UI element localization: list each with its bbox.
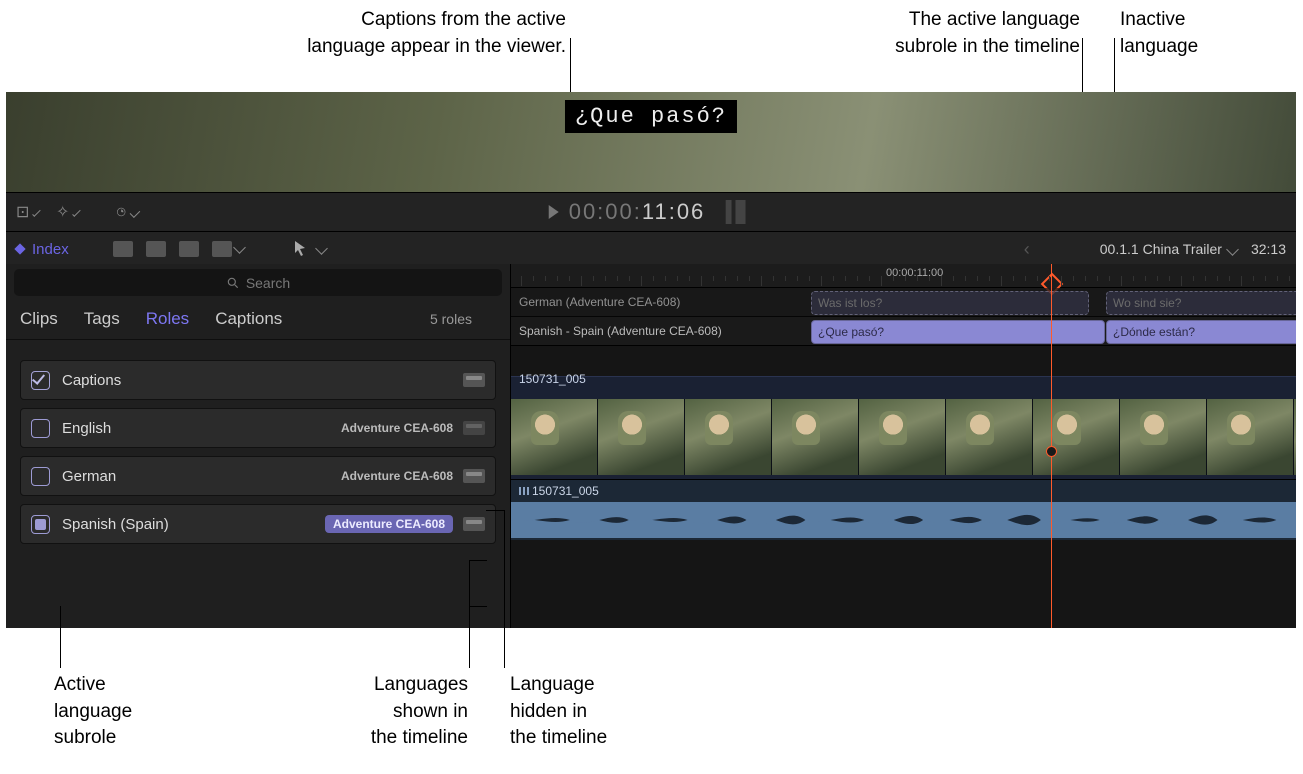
timecode-current: 11:06 (642, 199, 705, 225)
thumbnail (1033, 399, 1120, 475)
trim-tool-icon[interactable]: ⊡ (16, 202, 38, 222)
thumbnail (511, 399, 598, 475)
timeline-ruler[interactable]: 00:00:11:00 (511, 264, 1296, 288)
caption-clip[interactable]: ¿Que pasó? (811, 320, 1105, 344)
chevron-down-icon[interactable] (1226, 243, 1239, 256)
timecode-bars-icon (725, 200, 753, 224)
thumbnail (946, 399, 1033, 475)
callout-line (469, 606, 487, 607)
thumbnail (685, 399, 772, 475)
select-tool-icon[interactable] (293, 240, 326, 259)
lane-toggle-icon[interactable] (463, 373, 485, 387)
track-label: German (Adventure CEA-608) (519, 288, 680, 316)
lane-toggle-icon[interactable] (463, 421, 485, 435)
track-label: Spanish - Spain (Adventure CEA-608) (519, 317, 722, 345)
appearance-icon-2[interactable] (146, 241, 166, 257)
caption-clip[interactable]: Was ist los? (811, 291, 1089, 315)
app-window: ¿Que pasó? ⊡ ✧ 00:00: 11:06 Index ‹ (6, 92, 1296, 628)
audio-track[interactable]: 150731_005 (511, 479, 1296, 540)
role-name: Captions (62, 372, 463, 389)
search-placeholder: Search (246, 275, 290, 291)
project-name[interactable]: 00.1.1 China Trailer (1100, 241, 1222, 257)
waveform-icon (511, 502, 1296, 538)
effects-tool-icon[interactable]: ✧ (56, 202, 78, 222)
roles-list: Captions English Adventure CEA-608 Germa… (6, 340, 510, 552)
search-input[interactable]: Search (14, 269, 502, 296)
thumbnail (772, 399, 859, 475)
thumbnail (1207, 399, 1294, 475)
callout-inactive-language: Inactive language (1120, 7, 1240, 60)
timeline-index-sidebar: Search Clips Tags Roles Captions 5 roles… (6, 264, 511, 628)
role-row-english[interactable]: English Adventure CEA-608 (20, 408, 496, 448)
callout-active-subrole-timeline: The active language subrole in the timel… (760, 7, 1080, 60)
role-subrole-badge: Adventure CEA-608 (341, 421, 453, 435)
search-icon (226, 276, 240, 290)
ruler-tick-label: 00:00:11:00 (886, 267, 943, 279)
project-duration: 32:13 (1251, 241, 1286, 257)
role-row-german[interactable]: German Adventure CEA-608 (20, 456, 496, 496)
callout-viewer-caption: Captions from the active language appear… (196, 7, 566, 60)
retime-tool-icon[interactable] (116, 202, 138, 222)
role-subrole-badge: Adventure CEA-608 (341, 469, 453, 483)
index-label: Index (32, 241, 69, 258)
video-clip-name: 150731_005 (519, 372, 586, 386)
role-subrole-badge: Adventure CEA-608 (325, 515, 453, 533)
callout-active-subrole: Active language subrole (54, 672, 132, 752)
lane-toggle-icon[interactable] (463, 517, 485, 531)
checkbox-captions-icon[interactable] (31, 371, 50, 390)
callout-line (60, 606, 61, 668)
thumbnail (598, 399, 685, 475)
thumbnail (859, 399, 946, 475)
callout-shown-in-timeline: Languages shown in the timeline (328, 672, 468, 752)
role-row-spanish[interactable]: Spanish (Spain) Adventure CEA-608 (20, 504, 496, 544)
audio-clip-name: 150731_005 (519, 484, 599, 498)
tab-captions[interactable]: Captions (215, 309, 282, 329)
viewer: ¿Que pasó? (6, 92, 1296, 192)
roles-count: 5 roles (430, 311, 472, 327)
checkbox-spanish-icon[interactable] (31, 515, 50, 534)
checkbox-english-icon[interactable] (31, 419, 50, 438)
tab-tags[interactable]: Tags (84, 309, 120, 329)
index-tabs: Clips Tags Roles Captions 5 roles (6, 301, 510, 340)
role-name: German (62, 468, 341, 485)
thumbnail (1120, 399, 1207, 475)
thumbnail (1294, 399, 1296, 475)
timecode-prefix: 00:00: (569, 199, 642, 225)
callout-line (469, 560, 470, 668)
tab-roles[interactable]: Roles (146, 309, 189, 329)
appearance-icon-1[interactable] (113, 241, 133, 257)
tab-clips[interactable]: Clips (20, 309, 58, 329)
lane-toggle-icon[interactable] (463, 469, 485, 483)
timeline[interactable]: 00:00:11:00 German (Adventure CEA-608) W… (511, 264, 1296, 628)
toolbar-timeline: Index ‹ 00.1.1 China Trailer 32:13 (6, 232, 1296, 267)
index-button[interactable]: Index (16, 241, 69, 258)
callout-line (469, 560, 487, 561)
timecode-display[interactable]: 00:00: 11:06 (549, 199, 754, 225)
timeline-history-back-icon[interactable]: ‹ (1024, 239, 1030, 260)
play-icon[interactable] (549, 205, 559, 219)
role-name: Spanish (Spain) (62, 516, 325, 533)
callout-line (486, 510, 504, 511)
caption-clip[interactable]: Wo sind sie? (1106, 291, 1296, 315)
checkbox-german-icon[interactable] (31, 467, 50, 486)
skimmer-dot-icon (1046, 446, 1057, 457)
appearance-icon-3[interactable] (179, 241, 199, 257)
role-name: English (62, 420, 341, 437)
index-diamond-icon (14, 243, 25, 254)
caption-overlay: ¿Que pasó? (565, 100, 737, 133)
callout-line (504, 510, 505, 668)
caption-clip[interactable]: ¿Dónde están? (1106, 320, 1296, 344)
callout-hidden-in-timeline: Language hidden in the timeline (510, 672, 660, 752)
caption-track-spanish[interactable]: Spanish - Spain (Adventure CEA-608) ¿Que… (511, 317, 1296, 346)
caption-track-german[interactable]: German (Adventure CEA-608) Was ist los? … (511, 288, 1296, 317)
video-track[interactable] (511, 376, 1296, 479)
toolbar-clip: ⊡ ✧ 00:00: 11:06 (6, 192, 1296, 232)
appearance-icon-4[interactable] (212, 241, 232, 257)
playhead-line[interactable] (1051, 264, 1052, 628)
role-row-captions[interactable]: Captions (20, 360, 496, 400)
